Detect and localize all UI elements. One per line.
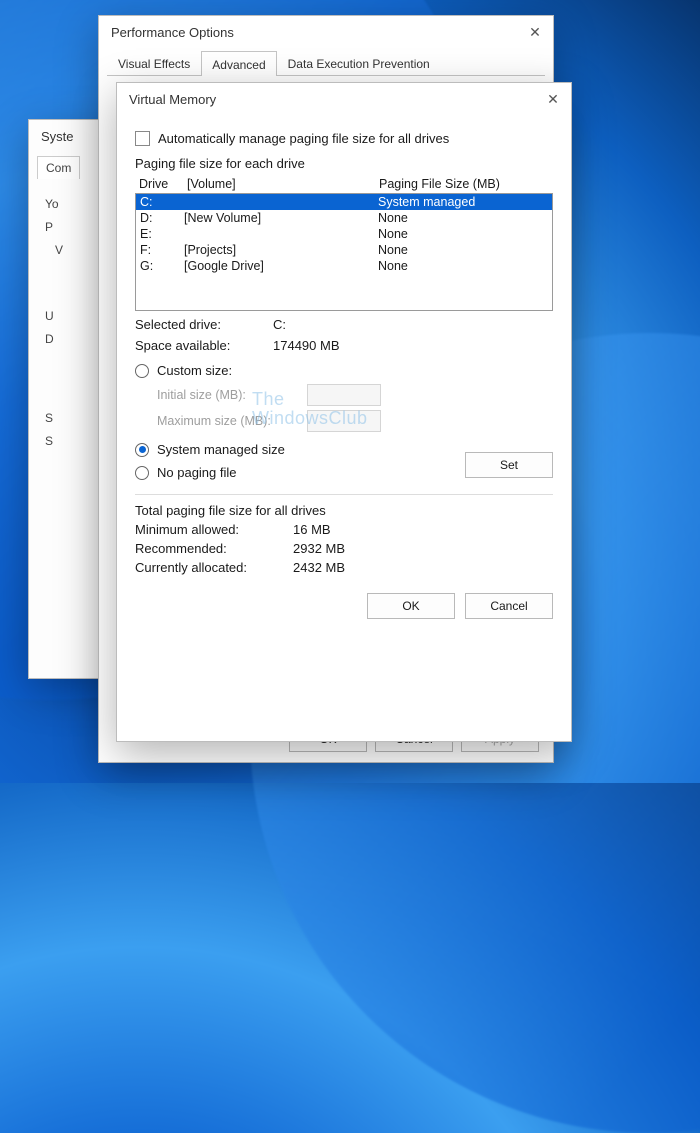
- currently-allocated-label: Currently allocated:: [135, 560, 293, 575]
- totals-legend: Total paging file size for all drives: [135, 503, 553, 518]
- min-allowed-value: 16 MB: [293, 522, 331, 537]
- drive-row[interactable]: F:[Projects]None: [136, 242, 552, 258]
- drive-row[interactable]: G:[Google Drive]None: [136, 258, 552, 274]
- auto-manage-label: Automatically manage paging file size fo…: [158, 131, 449, 146]
- custom-size-label: Custom size:: [157, 363, 232, 378]
- currently-allocated-value: 2432 MB: [293, 560, 345, 575]
- initial-size-label: Initial size (MB):: [157, 388, 307, 402]
- drive-row[interactable]: D:[New Volume]None: [136, 210, 552, 226]
- selected-drive-value: C:: [273, 317, 286, 332]
- selected-drive-label: Selected drive:: [135, 317, 273, 332]
- drive-list-header: Drive [Volume] Paging File Size (MB): [135, 175, 553, 193]
- tab-dep[interactable]: Data Execution Prevention: [277, 50, 441, 75]
- drive-row[interactable]: E:None: [136, 226, 552, 242]
- min-allowed-label: Minimum allowed:: [135, 522, 293, 537]
- close-icon[interactable]: ✕: [525, 22, 545, 42]
- no-paging-radio[interactable]: [135, 466, 149, 480]
- recommended-value: 2932 MB: [293, 541, 345, 556]
- close-icon[interactable]: ✕: [543, 89, 563, 109]
- recommended-label: Recommended:: [135, 541, 293, 556]
- custom-size-radio[interactable]: [135, 364, 149, 378]
- tab-advanced[interactable]: Advanced: [201, 51, 276, 76]
- system-managed-radio[interactable]: [135, 443, 149, 457]
- space-available-label: Space available:: [135, 338, 273, 353]
- vm-title: Virtual Memory: [125, 92, 543, 107]
- each-drive-legend: Paging file size for each drive: [135, 156, 553, 171]
- drive-list[interactable]: C:System managedD:[New Volume]NoneE:None…: [135, 193, 553, 311]
- perf-title: Performance Options: [107, 25, 525, 40]
- initial-size-input: [307, 384, 381, 406]
- auto-manage-checkbox[interactable]: [135, 131, 150, 146]
- maximum-size-label: Maximum size (MB):: [157, 414, 307, 428]
- space-available-value: 174490 MB: [273, 338, 340, 353]
- virtual-memory-dialog: Virtual Memory ✕ Automatically manage pa…: [116, 82, 572, 742]
- no-paging-label: No paging file: [157, 465, 237, 480]
- system-managed-label: System managed size: [157, 442, 285, 457]
- vm-cancel-button[interactable]: Cancel: [465, 593, 553, 619]
- maximum-size-input: [307, 410, 381, 432]
- drive-row[interactable]: C:System managed: [136, 194, 552, 210]
- vm-ok-button[interactable]: OK: [367, 593, 455, 619]
- tab-visual-effects[interactable]: Visual Effects: [107, 50, 201, 75]
- sysprop-tab[interactable]: Com: [37, 156, 80, 179]
- set-button[interactable]: Set: [465, 452, 553, 478]
